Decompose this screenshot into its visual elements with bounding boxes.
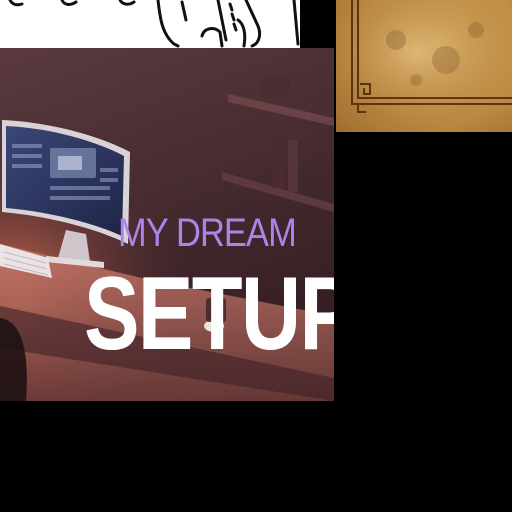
headline-my-dream: MY DREAM [118,211,297,255]
line-art-sketch-icon [8,0,300,48]
parchment-image-tile [336,0,512,132]
headline-setup: SETUP [84,256,334,372]
dream-setup-poster: MY DREAM SETUP [0,48,334,401]
ornate-parchment-border-icon [336,0,512,132]
sketch-image-tile [0,0,300,48]
